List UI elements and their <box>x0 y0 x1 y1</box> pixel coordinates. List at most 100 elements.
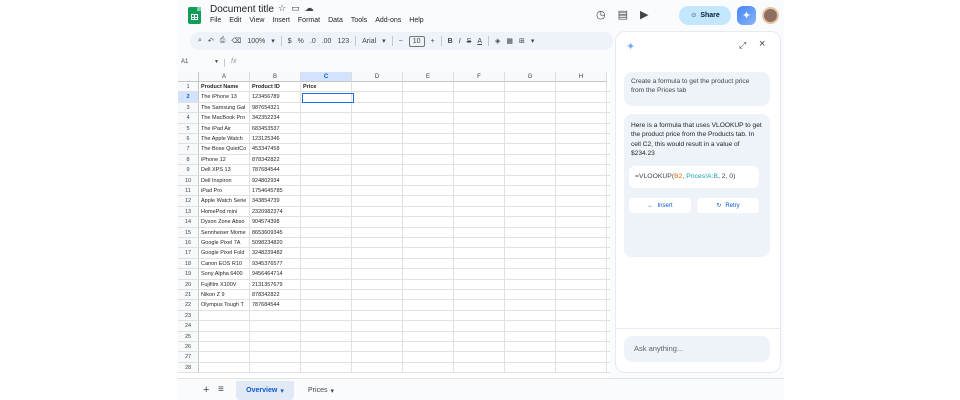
chevron-down-icon[interactable]: ▾ <box>280 387 284 395</box>
cell-a7[interactable]: The Bose QuietCo <box>199 144 250 154</box>
cell-c24[interactable] <box>301 321 352 331</box>
cell-f6[interactable] <box>454 134 505 144</box>
cell-h13[interactable] <box>556 206 607 217</box>
search-icon[interactable]: ⌕ <box>198 37 202 45</box>
cell-a23[interactable] <box>199 310 250 321</box>
cell-h19[interactable] <box>556 269 607 279</box>
cell-b27[interactable] <box>250 352 301 362</box>
menu-item-view[interactable]: View <box>249 17 264 24</box>
cell-c13[interactable] <box>301 206 352 217</box>
cell-a27[interactable] <box>199 352 250 362</box>
cell-h9[interactable] <box>556 165 607 175</box>
cell-a1[interactable]: Product Name <box>199 82 250 92</box>
cell-c7[interactable] <box>301 144 352 154</box>
star-icon[interactable]: ☆ <box>278 3 286 14</box>
cell-g6[interactable] <box>505 134 556 144</box>
cell-e2[interactable] <box>403 92 454 102</box>
cell-a16[interactable]: Google Pixel 7A <box>199 238 250 248</box>
cell-d8[interactable] <box>352 154 403 165</box>
cell-c18[interactable] <box>301 258 352 269</box>
row-header[interactable]: 12 <box>178 196 199 206</box>
cell-d14[interactable] <box>352 217 403 227</box>
cell-b2[interactable]: 123456789 <box>250 92 301 102</box>
cell-a10[interactable]: Dell Inspiron <box>199 175 250 185</box>
cell-g13[interactable] <box>505 206 556 217</box>
cell-e17[interactable] <box>403 248 454 258</box>
history-icon[interactable]: ◷ <box>596 8 606 21</box>
cell-e5[interactable] <box>403 123 454 133</box>
row-header[interactable]: 3 <box>178 102 199 113</box>
cell-h15[interactable] <box>556 227 607 237</box>
cell-f1[interactable] <box>454 82 505 92</box>
cell-b11[interactable]: 1754645785 <box>250 186 301 196</box>
row-header[interactable]: 27 <box>178 352 199 362</box>
cell-h25[interactable] <box>556 331 607 341</box>
cell-e1[interactable] <box>403 82 454 92</box>
column-header-g[interactable]: G <box>505 72 556 82</box>
avatar[interactable] <box>762 7 779 24</box>
cell-f2[interactable] <box>454 92 505 102</box>
cell-h24[interactable] <box>556 321 607 331</box>
cell-g26[interactable] <box>505 342 556 352</box>
cell-h28[interactable] <box>556 362 607 373</box>
row-header[interactable]: 6 <box>178 134 199 144</box>
tab-overview[interactable]: Overview ▾ <box>236 381 294 400</box>
cell-h8[interactable] <box>556 154 607 165</box>
cell-b16[interactable]: 5098234820 <box>250 238 301 248</box>
menu-item-tools[interactable]: Tools <box>351 17 367 24</box>
tab-prices[interactable]: Prices ▾ <box>296 381 346 400</box>
cell-d25[interactable] <box>352 331 403 341</box>
cell-c16[interactable] <box>301 238 352 248</box>
cell-f18[interactable] <box>454 258 505 269</box>
cell-b20[interactable]: 2131357679 <box>250 279 301 289</box>
italic-button[interactable]: I <box>459 38 461 45</box>
cell-h4[interactable] <box>556 113 607 123</box>
cell-d21[interactable] <box>352 290 403 300</box>
cell-d2[interactable] <box>352 92 403 102</box>
cell-g24[interactable] <box>505 321 556 331</box>
row-header[interactable]: 28 <box>178 362 199 373</box>
chevron-down-icon[interactable]: ▼ <box>214 59 219 65</box>
cell-e11[interactable] <box>403 186 454 196</box>
row-header[interactable]: 8 <box>178 154 199 165</box>
cell-d28[interactable] <box>352 362 403 373</box>
cell-c12[interactable] <box>301 196 352 206</box>
cell-h21[interactable] <box>556 290 607 300</box>
cell-c23[interactable] <box>301 310 352 321</box>
cell-d26[interactable] <box>352 342 403 352</box>
cell-c15[interactable] <box>301 227 352 237</box>
cell-a22[interactable]: Olympus Tough T <box>199 300 250 310</box>
text-color-button[interactable]: A <box>477 38 482 45</box>
cell-f16[interactable] <box>454 238 505 248</box>
cell-b26[interactable] <box>250 342 301 352</box>
menu-item-data[interactable]: Data <box>328 17 343 24</box>
cell-a25[interactable] <box>199 331 250 341</box>
cell-b7[interactable]: 453347458 <box>250 144 301 154</box>
name-box[interactable]: A1 <box>181 59 188 65</box>
cell-c9[interactable] <box>301 165 352 175</box>
cell-d4[interactable] <box>352 113 403 123</box>
cell-a20[interactable]: Fujifilm X100V <box>199 279 250 289</box>
row-header[interactable]: 10 <box>178 175 199 185</box>
cell-g8[interactable] <box>505 154 556 165</box>
paint-format-icon[interactable]: ⌫ <box>231 37 241 45</box>
cell-b15[interactable]: 8653609345 <box>250 227 301 237</box>
cell-b22[interactable]: 787684544 <box>250 300 301 310</box>
cell-f24[interactable] <box>454 321 505 331</box>
cell-f11[interactable] <box>454 186 505 196</box>
chevron-down-icon[interactable]: ▾ <box>271 37 275 45</box>
cell-h1[interactable] <box>556 82 607 92</box>
column-header-d[interactable]: D <box>352 72 403 82</box>
cell-d19[interactable] <box>352 269 403 279</box>
cell-f21[interactable] <box>454 290 505 300</box>
column-header-a[interactable]: A <box>199 72 250 82</box>
cell-b25[interactable] <box>250 331 301 341</box>
cell-g17[interactable] <box>505 248 556 258</box>
cell-f15[interactable] <box>454 227 505 237</box>
percent-button[interactable]: % <box>298 38 304 45</box>
cell-h12[interactable] <box>556 196 607 206</box>
cell-e3[interactable] <box>403 102 454 113</box>
cell-h2[interactable] <box>556 92 607 102</box>
cell-g1[interactable] <box>505 82 556 92</box>
cell-c5[interactable] <box>301 123 352 133</box>
